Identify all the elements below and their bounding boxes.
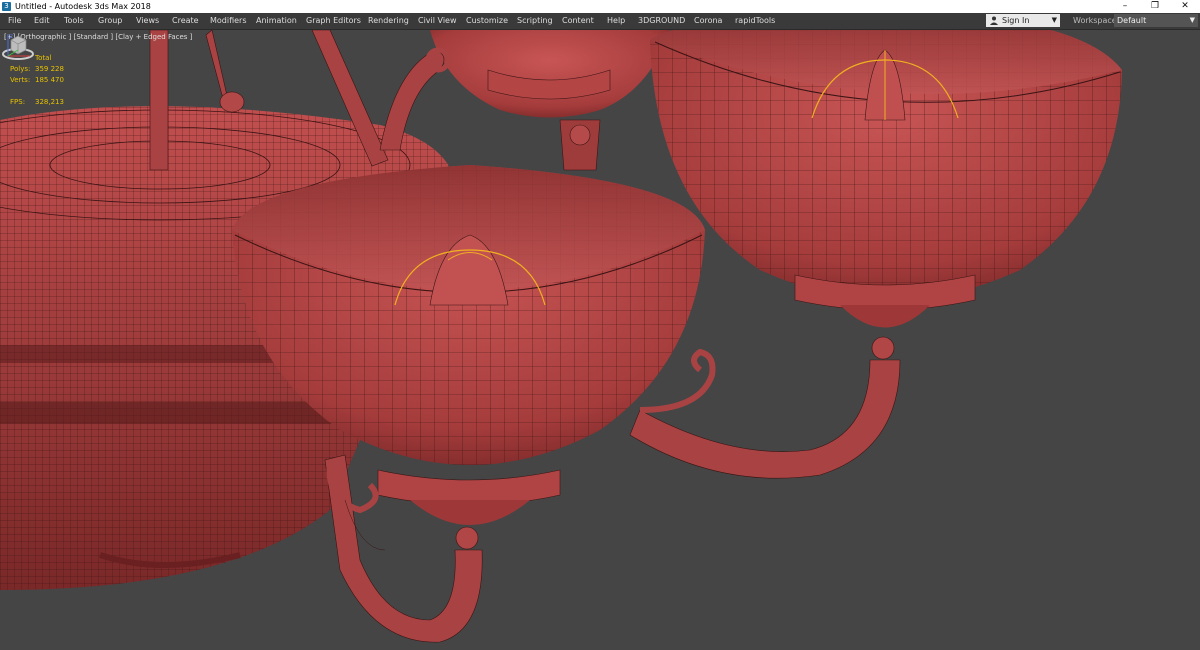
menu-bar: File Edit Tools Group Views Create Modifiers An… [0, 13, 1200, 30]
user-icon [990, 16, 998, 25]
menu-item-customize[interactable]: Customize [466, 13, 508, 29]
menu-item-group[interactable]: Group [98, 13, 122, 29]
minimize-button[interactable]: – [1110, 0, 1140, 13]
menu-item-corona[interactable]: Corona [694, 13, 722, 29]
menu-item-edit[interactable]: Edit [34, 13, 50, 29]
menu-item-file[interactable]: File [8, 13, 21, 29]
close-button[interactable]: ✕ [1170, 0, 1200, 13]
maximize-button[interactable]: ❐ [1140, 0, 1170, 13]
axis-tripod-icon: z [7, 33, 30, 57]
menu-item-modifiers[interactable]: Modifiers [210, 13, 247, 29]
menu-item-scripting[interactable]: Scripting [517, 13, 553, 29]
menu-item-help[interactable]: Help [607, 13, 625, 29]
verts-value: 185 470 [35, 76, 64, 84]
chevron-down-icon: ▼ [1051, 16, 1057, 24]
menu-item-content[interactable]: Content [562, 13, 594, 29]
sign-in-label: Sign In [1002, 16, 1030, 25]
polys-value: 359 228 [35, 65, 64, 73]
perspective-viewport[interactable]: [+] [Orthographic ] [Standard ] [Clay + … [0, 30, 1200, 650]
title-bar: 3 Untitled - Autodesk 3ds Max 2018 – ❐ ✕ [0, 0, 1200, 13]
svg-text:z: z [10, 33, 13, 40]
menu-item-animation[interactable]: Animation [256, 13, 297, 29]
fps-label: FPS: [10, 98, 26, 106]
right-bowl-mesh [629, 30, 1122, 479]
scene-render [0, 30, 1122, 643]
workspaces-select[interactable]: Default ▼ [1114, 14, 1198, 27]
menu-item-rendering[interactable]: Rendering [368, 13, 409, 29]
window-title: Untitled - Autodesk 3ds Max 2018 [15, 2, 151, 11]
menu-item-graph-editors[interactable]: Graph Editors [306, 13, 361, 29]
chevron-down-icon: ▼ [1189, 16, 1195, 24]
workspace-value: Default [1117, 16, 1147, 25]
menu-item-tools[interactable]: Tools [64, 13, 84, 29]
menu-item-civil-view[interactable]: Civil View [418, 13, 457, 29]
app-icon[interactable]: 3 [2, 2, 11, 11]
menu-item-rapidtools[interactable]: rapidTools [735, 13, 775, 29]
sign-in-button[interactable]: Sign In ▼ [986, 14, 1060, 27]
menu-item-3dground[interactable]: 3DGROUND [638, 13, 685, 29]
menu-item-create[interactable]: Create [172, 13, 199, 29]
fps-value: 328,213 [35, 98, 64, 106]
verts-label: Verts: [10, 76, 31, 84]
menu-item-views[interactable]: Views [136, 13, 159, 29]
